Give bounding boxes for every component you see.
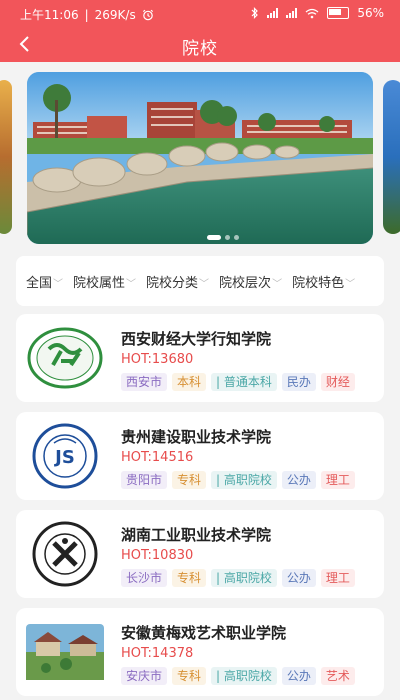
- city-tag: 安庆市: [121, 667, 168, 685]
- carousel-dot: [207, 235, 221, 240]
- campus-photo: [27, 72, 373, 244]
- category-tag: 艺术: [320, 667, 355, 685]
- filter-label: 院校分类: [146, 275, 199, 291]
- school-name: 贵州建设职业技术学院: [121, 428, 272, 446]
- filter-feature[interactable]: 院校特色 ﹀: [282, 272, 355, 291]
- carousel-next-slide[interactable]: [383, 80, 400, 234]
- status-bar: 上午11:06 | 269K/s 56%: [0, 0, 400, 28]
- battery-level: 56%: [357, 6, 384, 20]
- type-tag: | 高职院校: [211, 569, 277, 587]
- filter-label: 全国: [26, 275, 53, 291]
- svg-text:JS: JS: [53, 447, 75, 468]
- ownership-tag: 公办: [281, 471, 316, 489]
- chevron-down-icon: ﹀: [126, 279, 137, 290]
- type-tag: | 普通本科: [211, 373, 277, 391]
- filter-label: 院校层次: [219, 275, 272, 291]
- banner-carousel[interactable]: [0, 70, 400, 246]
- filter-label: 院校属性: [73, 275, 126, 291]
- school-logo: [26, 620, 104, 684]
- carousel-dot: [225, 235, 230, 240]
- filter-label: 院校特色: [292, 275, 345, 291]
- school-logo: JS: [26, 423, 104, 489]
- filter-attribute[interactable]: 院校属性 ﹀: [63, 272, 136, 291]
- school-card[interactable]: JS 贵州建设职业技术学院 HOT:14516 贵阳市 专科 | 高职院校 公办…: [16, 412, 384, 500]
- status-left: 上午11:06 | 269K/s: [20, 6, 154, 23]
- filter-level[interactable]: 院校层次 ﹀: [209, 272, 282, 291]
- app-bar: 院校: [0, 28, 400, 62]
- carousel-indicator: [207, 235, 239, 240]
- chevron-down-icon: ﹀: [272, 279, 283, 290]
- tag-list: 长沙市 专科 | 高职院校 公办 理工: [121, 569, 355, 587]
- category-tag: 理工: [320, 471, 355, 489]
- filter-category[interactable]: 院校分类 ﹀: [136, 272, 209, 291]
- bluetooth-icon: [251, 7, 259, 19]
- category-tag: 理工: [320, 569, 355, 587]
- status-time: 上午11:06: [20, 8, 79, 22]
- carousel-dot: [234, 235, 239, 240]
- school-name: 西安财经大学行知学院: [121, 330, 272, 348]
- signal-icon: [267, 8, 279, 18]
- hot-score: HOT:13680: [121, 352, 194, 367]
- city-tag: 贵阳市: [121, 471, 168, 489]
- ownership-tag: 公办: [281, 569, 316, 587]
- school-card[interactable]: 湖南工业职业技术学院 HOT:10830 长沙市 专科 | 高职院校 公办 理工: [16, 510, 384, 598]
- carousel-active-slide[interactable]: [27, 72, 373, 244]
- hot-score: HOT:14516: [121, 450, 194, 465]
- filter-region[interactable]: 全国 ﹀: [16, 272, 63, 291]
- type-tag: | 高职院校: [211, 471, 277, 489]
- page-title: 院校: [182, 39, 218, 59]
- category-tag: 财经: [320, 373, 355, 391]
- tag-list: 西安市 本科 | 普通本科 民办 财经: [121, 373, 355, 391]
- school-card[interactable]: 西安财经大学行知学院 HOT:13680 西安市 本科 | 普通本科 民办 财经: [16, 314, 384, 402]
- wifi-icon: [305, 8, 319, 18]
- type-tag: | 高职院校: [211, 667, 277, 685]
- school-name: 安徽黄梅戏艺术职业学院: [121, 624, 287, 642]
- hot-score: HOT:10830: [121, 548, 194, 563]
- filter-bar: 全国 ﹀ 院校属性 ﹀ 院校分类 ﹀ 院校层次 ﹀ 院校特色 ﹀: [16, 256, 384, 306]
- level-tag: 专科: [172, 471, 207, 489]
- city-tag: 西安市: [121, 373, 168, 391]
- signal-icon-2: [286, 8, 298, 18]
- level-tag: 专科: [172, 667, 207, 685]
- level-tag: 专科: [172, 569, 207, 587]
- school-card[interactable]: 安徽黄梅戏艺术职业学院 HOT:14378 安庆市 专科 | 高职院校 公办 艺…: [16, 608, 384, 696]
- school-logo: [26, 326, 104, 390]
- carousel-prev-slide[interactable]: [0, 80, 12, 234]
- school-logo: [26, 521, 104, 587]
- battery-icon: [327, 7, 350, 19]
- chevron-down-icon: ﹀: [199, 279, 210, 290]
- status-divider: |: [84, 7, 89, 22]
- top-bar: 上午11:06 | 269K/s 56% 院校: [0, 0, 400, 62]
- network-speed: 269K/s: [94, 7, 136, 22]
- tag-list: 安庆市 专科 | 高职院校 公办 艺术: [121, 667, 355, 685]
- city-tag: 长沙市: [121, 569, 168, 587]
- level-tag: 本科: [172, 373, 207, 391]
- chevron-down-icon: ﹀: [53, 279, 64, 290]
- status-right: 56%: [251, 6, 384, 20]
- school-name: 湖南工业职业技术学院: [121, 526, 272, 544]
- chevron-down-icon: ﹀: [345, 279, 356, 290]
- ownership-tag: 民办: [281, 373, 316, 391]
- alarm-icon: [142, 9, 153, 20]
- tag-list: 贵阳市 专科 | 高职院校 公办 理工: [121, 471, 355, 489]
- hot-score: HOT:14378: [121, 646, 194, 661]
- ownership-tag: 公办: [281, 667, 316, 685]
